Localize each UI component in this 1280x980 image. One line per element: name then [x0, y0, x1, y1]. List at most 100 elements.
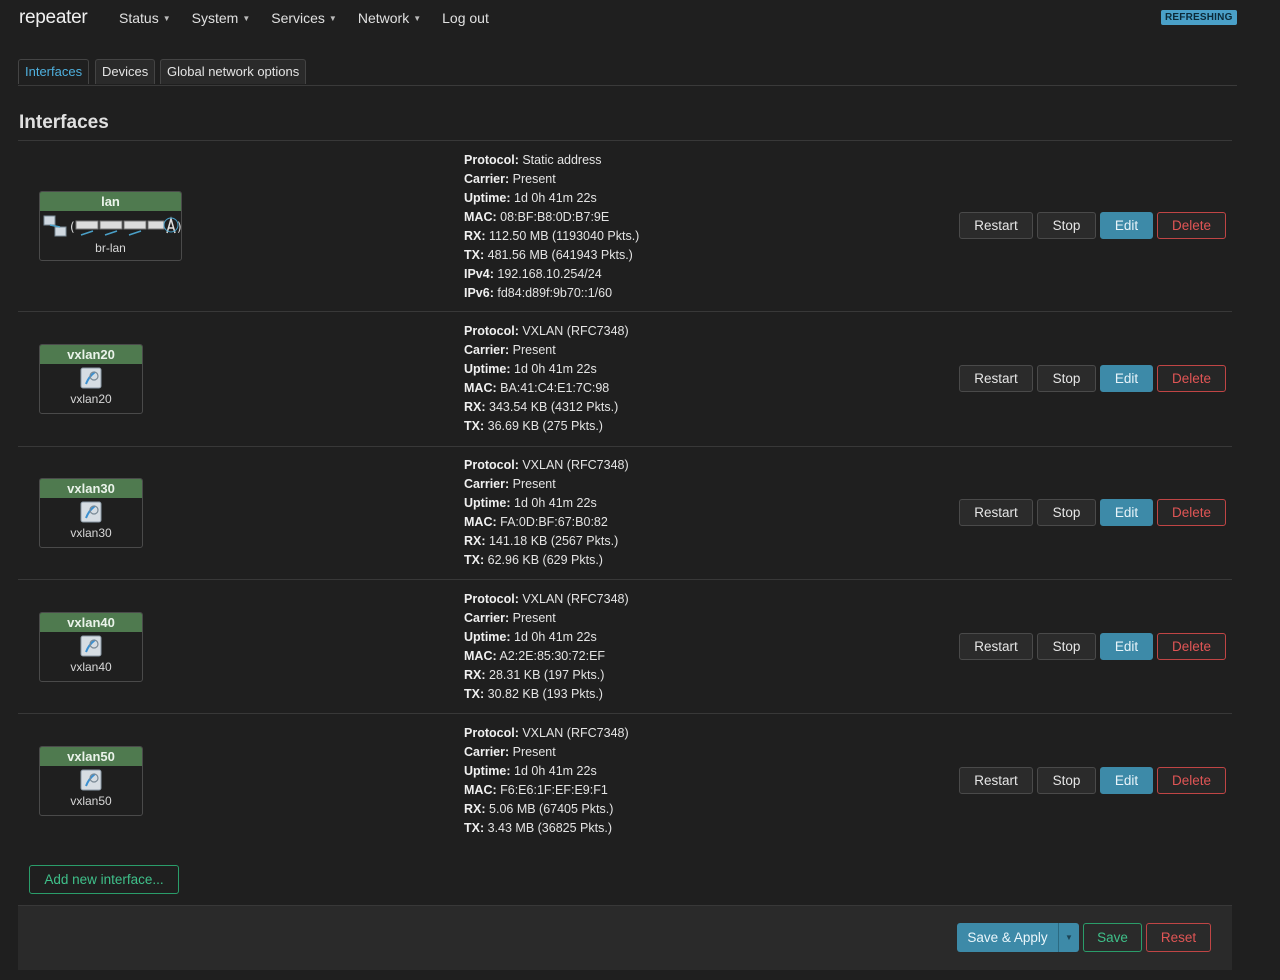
interface-status-info: Protocol: VXLAN (RFC7348) Carrier: Prese…	[464, 322, 629, 436]
tab-devices[interactable]: Devices	[95, 59, 156, 84]
info-line: Carrier: Present	[464, 343, 556, 357]
save-button[interactable]: Save	[1083, 923, 1142, 952]
save-apply-dropdown-toggle[interactable]: ▼	[1058, 923, 1079, 952]
info-line: Uptime: 1d 0h 41m 22s	[464, 630, 597, 644]
row-actions: Restart Stop Edit Delete	[959, 499, 1226, 526]
info-line: Carrier: Present	[464, 745, 556, 759]
info-line: RX: 141.18 KB (2567 Pkts.)	[464, 534, 619, 548]
top-navbar: repeater Status ▼ System ▼ Services ▼ Netwo…	[0, 0, 1280, 38]
chevron-down-icon: ▼	[242, 14, 251, 23]
tab-bar: Interfaces Devices Global network option…	[18, 59, 1237, 86]
tab-interfaces[interactable]: Interfaces	[18, 59, 90, 84]
info-line: MAC: FA:0D:BF:67:B0:82	[464, 515, 608, 529]
tunnel-icon	[40, 364, 142, 392]
delete-button[interactable]: Delete	[1157, 365, 1226, 392]
stop-button[interactable]: Stop	[1037, 767, 1096, 794]
interface-device: vxlan40	[70, 660, 112, 674]
restart-button[interactable]: Restart	[959, 767, 1033, 794]
menu-network-label: Network	[357, 10, 410, 26]
chevron-down-icon: ▼	[162, 14, 171, 23]
brand-logo[interactable]: repeater	[19, 7, 88, 29]
edit-button[interactable]: Edit	[1100, 767, 1153, 794]
edit-button[interactable]: Edit	[1100, 365, 1153, 392]
menu-network[interactable]: Network ▼	[358, 10, 421, 26]
add-new-interface-button[interactable]: Add new interface...	[29, 865, 179, 894]
menu-services[interactable]: Services ▼	[271, 10, 337, 26]
restart-button[interactable]: Restart	[959, 365, 1033, 392]
interface-name: vxlan50	[40, 747, 142, 766]
edit-button[interactable]: Edit	[1100, 212, 1153, 239]
info-line: Protocol: VXLAN (RFC7348)	[464, 592, 629, 606]
interface-device: vxlan20	[70, 392, 112, 406]
interface-badge-vxlan20[interactable]: vxlan20 vxlan20	[39, 344, 143, 414]
status-badge[interactable]: REFRESHING	[1161, 10, 1237, 25]
menu-logout[interactable]: Log out	[442, 10, 489, 26]
menu-system[interactable]: System ▼	[192, 10, 251, 26]
interface-badge-vxlan30[interactable]: vxlan30 vxlan30	[39, 478, 143, 548]
interface-status-info: Protocol: Static address Carrier: Presen…	[464, 151, 639, 303]
interface-row-lan: lan ( ) br-lan Protocol: Static address …	[18, 141, 1232, 312]
interface-badge-vxlan50[interactable]: vxlan50 vxlan50	[39, 746, 143, 816]
restart-button[interactable]: Restart	[959, 212, 1033, 239]
info-line: TX: 30.82 KB (193 Pkts.)	[464, 687, 603, 701]
edit-button[interactable]: Edit	[1100, 633, 1153, 660]
info-line: Uptime: 1d 0h 41m 22s	[464, 764, 597, 778]
info-line: IPv6: fd84:d89f:9b70::1/60	[464, 286, 613, 300]
interface-badge-lan[interactable]: lan ( ) br-lan	[39, 191, 182, 261]
main-menu: Status ▼ System ▼ Services ▼ Network ▼ Log o…	[119, 10, 510, 26]
delete-button[interactable]: Delete	[1157, 499, 1226, 526]
interface-name: vxlan40	[40, 613, 142, 632]
menu-services-label: Services	[271, 10, 325, 26]
info-line: RX: 5.06 MB (67405 Pkts.)	[464, 802, 614, 816]
restart-button[interactable]: Restart	[959, 499, 1033, 526]
info-line: RX: 343.54 KB (4312 Pkts.)	[464, 400, 619, 414]
info-line: MAC: A2:2E:85:30:72:EF	[464, 649, 606, 663]
info-line: Protocol: VXLAN (RFC7348)	[464, 324, 629, 338]
menu-status[interactable]: Status ▼	[119, 10, 171, 26]
info-line: Carrier: Present	[464, 477, 556, 491]
info-line: Uptime: 1d 0h 41m 22s	[464, 362, 597, 376]
chevron-down-icon: ▼	[413, 14, 422, 23]
info-line: RX: 28.31 KB (197 Pkts.)	[464, 668, 605, 682]
interface-row-vxlan30: vxlan30 vxlan30 Protocol: VXLAN (RFC7348…	[18, 447, 1232, 580]
info-line: Protocol: VXLAN (RFC7348)	[464, 458, 629, 472]
interface-row-vxlan40: vxlan40 vxlan40 Protocol: VXLAN (RFC7348…	[18, 580, 1232, 714]
interface-status-info: Protocol: VXLAN (RFC7348) Carrier: Prese…	[464, 456, 629, 570]
info-line: TX: 481.56 MB (641943 Pkts.)	[464, 248, 633, 262]
reset-button[interactable]: Reset	[1146, 923, 1211, 952]
edit-button[interactable]: Edit	[1100, 499, 1153, 526]
info-line: Protocol: Static address	[464, 153, 602, 167]
row-actions: Restart Stop Edit Delete	[959, 633, 1226, 660]
info-line: Uptime: 1d 0h 41m 22s	[464, 496, 597, 510]
info-line: TX: 3.43 MB (36825 Pkts.)	[464, 821, 612, 835]
info-line: MAC: 08:BF:B8:0D:B7:9E	[464, 210, 610, 224]
info-line: TX: 62.96 KB (629 Pkts.)	[464, 553, 603, 567]
delete-button[interactable]: Delete	[1157, 767, 1226, 794]
interface-row-vxlan20: vxlan20 vxlan20 Protocol: VXLAN (RFC7348…	[18, 312, 1232, 447]
info-line: Uptime: 1d 0h 41m 22s	[464, 191, 597, 205]
row-actions: Restart Stop Edit Delete	[959, 212, 1226, 239]
stop-button[interactable]: Stop	[1037, 633, 1096, 660]
delete-button[interactable]: Delete	[1157, 633, 1226, 660]
info-line: MAC: BA:41:C4:E1:7C:98	[464, 381, 610, 395]
interface-badge-vxlan40[interactable]: vxlan40 vxlan40	[39, 612, 143, 682]
menu-logout-label: Log out	[442, 10, 489, 26]
svg-text:): )	[177, 220, 181, 234]
tab-global-network-options[interactable]: Global network options	[160, 59, 307, 84]
delete-button[interactable]: Delete	[1157, 212, 1226, 239]
menu-system-label: System	[191, 10, 239, 26]
info-line: Protocol: VXLAN (RFC7348)	[464, 726, 629, 740]
chevron-down-icon: ▼	[328, 14, 337, 23]
save-apply-button[interactable]: Save & Apply	[957, 923, 1058, 952]
interface-name: lan	[40, 192, 181, 211]
stop-button[interactable]: Stop	[1037, 212, 1096, 239]
restart-button[interactable]: Restart	[959, 633, 1033, 660]
info-line: RX: 112.50 MB (1193040 Pkts.)	[464, 229, 640, 243]
tunnel-icon	[40, 498, 142, 526]
row-actions: Restart Stop Edit Delete	[959, 365, 1226, 392]
page-title: Interfaces	[19, 112, 109, 133]
stop-button[interactable]: Stop	[1037, 365, 1096, 392]
interface-status-info: Protocol: VXLAN (RFC7348) Carrier: Prese…	[464, 590, 629, 704]
stop-button[interactable]: Stop	[1037, 499, 1096, 526]
tunnel-icon	[40, 766, 142, 794]
